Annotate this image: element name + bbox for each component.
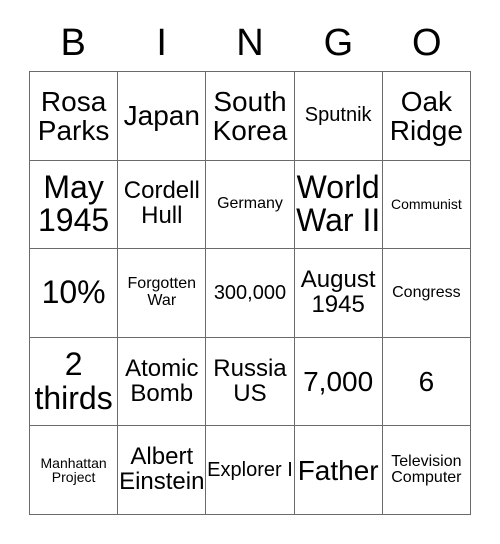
bingo-cell-label: Manhattan Project (40, 454, 107, 486)
bingo-cell[interactable]: Albert Einstein (117, 425, 207, 515)
bingo-header-letter-n: N (236, 21, 264, 64)
bingo-cell[interactable]: Congress (381, 248, 472, 338)
bingo-cell[interactable]: 300,000 (205, 248, 295, 338)
bingo-cell[interactable]: Sputnik (293, 71, 383, 161)
bingo-cell[interactable]: 2 thirds (28, 336, 119, 427)
bingo-cell[interactable]: Russia US (205, 336, 295, 427)
bingo-cell-label: Congress (392, 283, 461, 301)
bingo-cell-label: Explorer I (207, 458, 293, 481)
bingo-cell-label: 7,000 (303, 366, 374, 398)
bingo-grid-body: Rosa Parks Japan South Korea Sputnik Oak Rid… (28, 71, 472, 515)
bingo-cell-label: 300,000 (213, 281, 287, 304)
bingo-row: Rosa Parks Japan South Korea Sputnik Oak Rid… (28, 71, 472, 161)
bingo-cell-label: Oak Ridge (389, 85, 463, 146)
bingo-cell[interactable]: 10% (28, 248, 119, 338)
bingo-cell[interactable]: Rosa Parks (28, 71, 119, 161)
bingo-cell-label: Forgotten War (127, 275, 197, 309)
bingo-grid: Rosa Parks Japan South Korea Sputnik Oak Rid… (28, 71, 472, 515)
bingo-cell[interactable]: Television Computer (381, 425, 472, 515)
bingo-cell-label: August 1945 (300, 266, 376, 318)
bingo-cell-label: Rosa Parks (37, 85, 110, 146)
bingo-cell-label: Television Computer (391, 452, 462, 487)
bingo-cell[interactable]: Explorer I (205, 425, 295, 515)
bingo-cell[interactable]: Cordell Hull (117, 159, 207, 250)
bingo-cell[interactable]: Atomic Bomb (117, 336, 207, 427)
bingo-header-letter-i: I (156, 21, 167, 64)
bingo-row: May 1945 Cordell Hull Germany World War II C… (28, 159, 472, 250)
bingo-cell-label: Cordell Hull (123, 177, 200, 230)
bingo-header-row: BINGO (29, 14, 471, 71)
bingo-cell[interactable]: 6 (381, 336, 472, 427)
bingo-header-letter-b: B (60, 21, 86, 64)
bingo-header-letter-o: O (412, 21, 442, 64)
bingo-cell-label: World War II (296, 169, 381, 239)
bingo-cell[interactable]: Germany (205, 159, 295, 250)
bingo-row: Manhattan Project Albert Einstein Explorer… (28, 425, 472, 515)
bingo-cell[interactable]: 7,000 (293, 336, 383, 427)
bingo-cell-label: May 1945 (38, 169, 110, 239)
bingo-cell-label: Albert Einstein (119, 443, 205, 496)
bingo-cell-label: 2 thirds (34, 346, 113, 416)
bingo-cell-label: 6 (418, 366, 435, 398)
bingo-cell[interactable]: May 1945 (28, 159, 119, 250)
bingo-cell-label: Atomic Bomb (125, 354, 199, 407)
bingo-cell-label: Russia US (213, 354, 287, 407)
bingo-cell[interactable]: August 1945 (293, 248, 383, 338)
bingo-cell[interactable]: Japan (117, 71, 207, 161)
bingo-cell-label: Japan (123, 100, 200, 132)
bingo-cell-label: 10% (41, 274, 106, 311)
bingo-cell-label: Sputnik (304, 104, 372, 127)
bingo-header-letter-g: G (323, 21, 354, 64)
bingo-cell[interactable]: World War II (293, 159, 383, 250)
bingo-cell[interactable]: Communist (381, 159, 472, 250)
bingo-cell[interactable]: Forgotten War (117, 248, 207, 338)
bingo-cell-label: Father (297, 454, 379, 486)
bingo-cell-label: South Korea (212, 85, 288, 146)
bingo-cell[interactable]: South Korea (205, 71, 295, 161)
bingo-row: 2 thirds Atomic Bomb Russia US 7,000 6 (28, 336, 472, 427)
bingo-cell[interactable]: Oak Ridge (381, 71, 472, 161)
bingo-cell-label: Communist (390, 196, 462, 213)
bingo-card: B I N G O Rosa Parks Japan South Korea Sputnik O… (28, 14, 472, 515)
bingo-cell[interactable]: Manhattan Project (28, 425, 119, 515)
bingo-cell[interactable]: Father (293, 425, 383, 515)
bingo-row: 10% Forgotten War 300,000 August 1945 Congre… (28, 248, 472, 338)
bingo-cell-label: Germany (217, 195, 283, 213)
